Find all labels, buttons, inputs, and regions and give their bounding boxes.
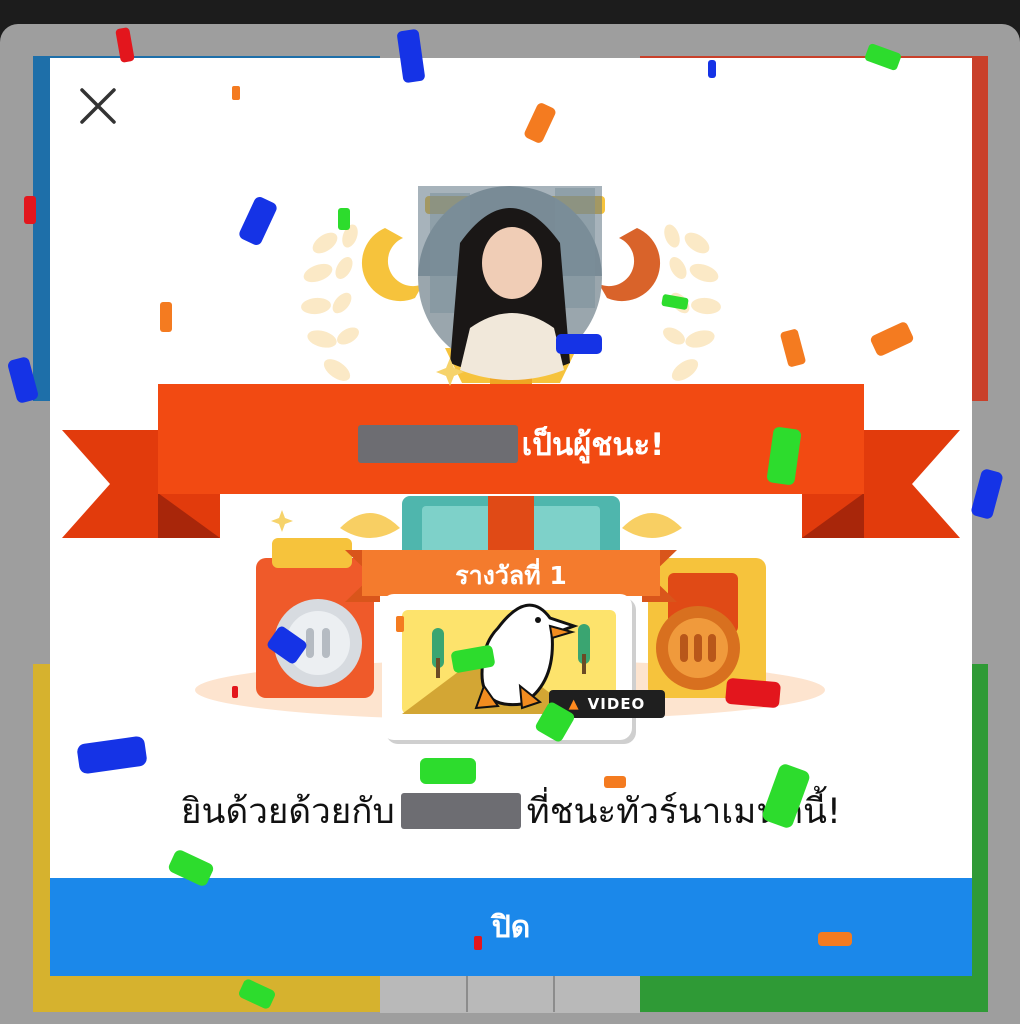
- winner-text: เป็นผู้ชนะ!: [521, 427, 665, 463]
- laurel-left-icon: [301, 224, 359, 381]
- close-icon: [80, 88, 116, 124]
- silver-coin-icon: [274, 599, 362, 687]
- message-prefix: ยินด้วยด้วยกับ: [181, 791, 395, 832]
- fire-icon: ▲: [568, 696, 580, 712]
- winner-dialog: เป็นผู้ชนะ! รางวัลที่ 1 ▲ VIDEO ยินด้วยด…: [50, 58, 972, 976]
- close-dialog-label: ปิด: [491, 909, 531, 945]
- close-button[interactable]: [74, 82, 122, 130]
- redacted-winner-name: [357, 425, 518, 463]
- redacted-winner-name: [400, 793, 521, 829]
- video-badge-label: VIDEO: [587, 695, 646, 713]
- winner-banner: เป็นผู้ชนะ!: [50, 421, 972, 467]
- message-suffix: ที่ชนะทัวร์นาเมนต์นี้!: [526, 791, 841, 832]
- close-dialog-button[interactable]: ปิด: [50, 878, 972, 976]
- trophy-illustration: [62, 186, 960, 744]
- congrats-message: ยินด้วยด้วยกับ ที่ชนะทัวร์นาเมนต์นี้!: [50, 786, 972, 836]
- laurel-right-icon: [663, 224, 721, 381]
- prize-rank-label: รางวัลที่ 1: [455, 561, 567, 590]
- bronze-coin-icon: [656, 606, 740, 690]
- video-badge: ▲ VIDEO: [549, 690, 665, 718]
